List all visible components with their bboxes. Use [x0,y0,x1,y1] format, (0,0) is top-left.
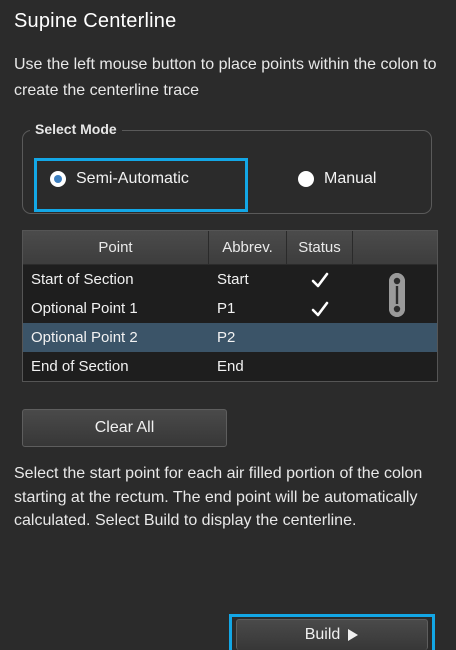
radio-semi-automatic-label: Semi-Automatic [76,170,189,187]
build-button-label: Build [304,626,341,643]
table-row-selected[interactable]: Optional Point 2 P2 [23,323,437,352]
select-mode-legend: Select Mode [30,121,122,137]
cell-abbrev: End [217,358,244,375]
radio-semi-automatic[interactable]: Semi-Automatic [50,170,189,188]
header-blank [353,231,437,264]
cell-status [287,300,353,318]
checkmark-icon [311,272,329,287]
centerline-panel: Supine Centerline Use the left mouse but… [0,0,456,650]
radio-unselected-icon [298,171,314,187]
cell-abbrev: Start [217,271,249,288]
scroll-handle-icon[interactable] [389,273,405,317]
cell-point: Optional Point 1 [31,300,138,317]
cell-point: End of Section [31,358,129,375]
cell-abbrev: P2 [217,329,236,346]
points-table: Point Abbrev. Status Start of Section St… [22,230,438,382]
header-point[interactable]: Point [23,231,209,264]
clear-all-button[interactable]: Clear All [22,409,227,447]
cell-point: Start of Section [31,271,134,288]
checkmark-icon [311,301,329,316]
table-row[interactable]: End of Section End [23,352,437,381]
instructions-text: Use the left mouse button to place point… [14,56,437,99]
radio-manual[interactable]: Manual [298,170,376,188]
radio-manual-label: Manual [324,170,377,187]
table-header: Point Abbrev. Status [23,231,437,265]
play-arrow-icon [348,629,359,641]
table-body: Start of Section Start Optional Point 1 … [23,265,437,381]
header-abbrev[interactable]: Abbrev. [209,231,287,264]
panel-title: Supine Centerline [14,10,177,32]
help-description: Select the start point for each air fill… [14,465,423,530]
radio-selected-icon [50,171,66,187]
cell-status [287,271,353,289]
cell-abbrev: P1 [217,300,236,317]
build-button[interactable]: Build [236,619,428,650]
header-status[interactable]: Status [287,231,353,264]
table-row[interactable]: Optional Point 1 P1 [23,294,437,323]
cell-point: Optional Point 2 [31,329,138,346]
table-row[interactable]: Start of Section Start [23,265,437,294]
